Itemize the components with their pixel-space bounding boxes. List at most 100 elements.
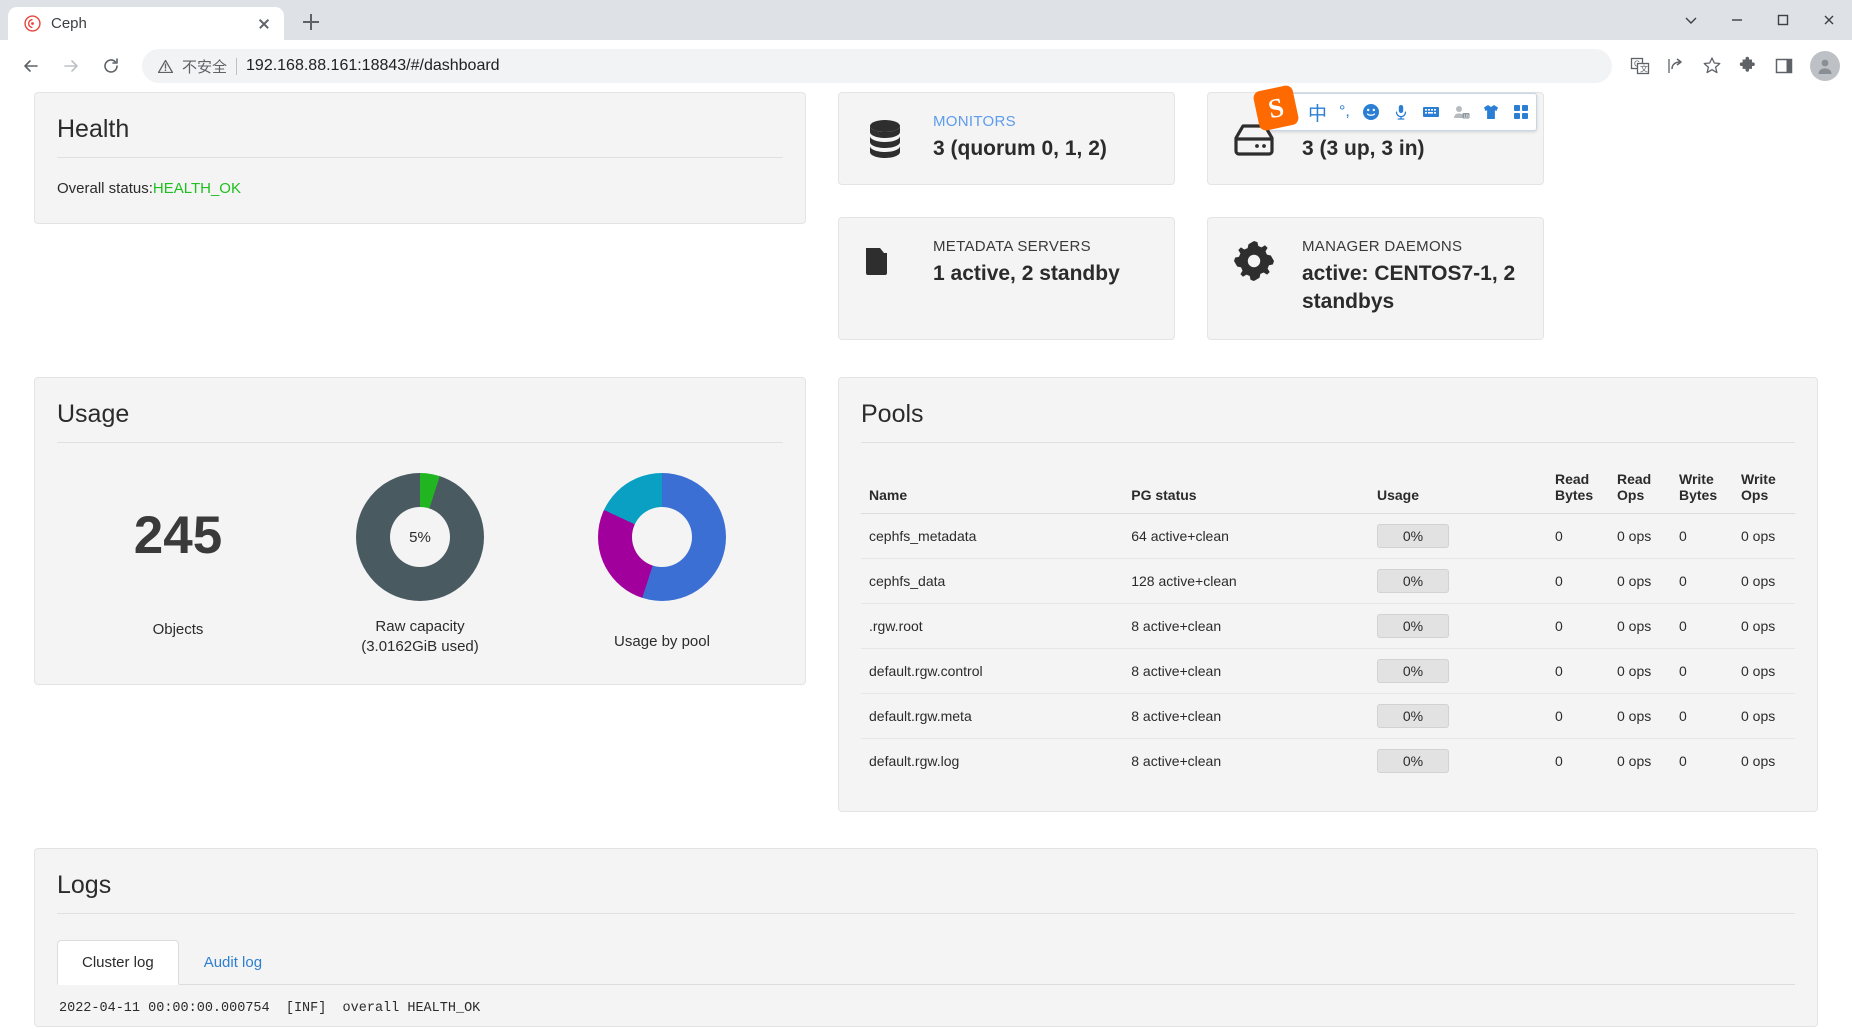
minimize-icon[interactable] — [1714, 0, 1760, 40]
column-header-pg-status[interactable]: PG status — [1123, 465, 1369, 514]
stat-manager-text: MANAGER DAEMONS active: CENTOS7-1, 2 sta… — [1302, 238, 1525, 317]
column-header-read-ops[interactable]: Read Ops — [1609, 465, 1671, 514]
table-row[interactable]: default.rgw.control 8 active+clean 0% 0 … — [861, 648, 1795, 694]
stat-monitors-label[interactable]: MONITORS — [933, 113, 1156, 130]
pool-pg-status: 128 active+clean — [1123, 558, 1369, 604]
back-arrow-icon[interactable] — [12, 47, 50, 85]
pools-panel-title: Pools — [861, 400, 1795, 443]
page-viewport: Health Overall status:HEALTH_OK MONITORS… — [0, 92, 1852, 1029]
stat-manager-label: MANAGER DAEMONS — [1302, 238, 1463, 255]
usage-pill: 0% — [1376, 614, 1449, 638]
pool-pg-status: 8 active+clean — [1123, 693, 1369, 739]
table-row[interactable]: default.rgw.log 8 active+clean 0% 0 0 op… — [861, 739, 1795, 784]
stat-card-metadata-servers[interactable]: METADATA SERVERS 1 active, 2 standby — [838, 217, 1175, 340]
stat-osds-value: 3 (3 up, 3 in) — [1302, 137, 1425, 161]
sogou-ime-toolbar[interactable]: S 中 °, 1B — [1252, 84, 1537, 132]
usage-by-pool-donut[interactable] — [598, 473, 726, 601]
pool-pg-status: 8 active+clean — [1123, 603, 1369, 649]
pool-write-bytes: 0 — [1671, 513, 1733, 559]
pool-name: default.rgw.meta — [861, 693, 1124, 739]
pool-write-ops: 0 ops — [1733, 513, 1795, 559]
tab-list-chevron-icon[interactable] — [1668, 0, 1714, 40]
table-row[interactable]: .rgw.root 8 active+clean 0% 0 0 ops 0 0 … — [861, 603, 1795, 649]
pools-table: Name PG status Usage Read Bytes Read Ops… — [861, 465, 1795, 783]
pool-name: cephfs_data — [861, 558, 1124, 604]
side-panel-icon[interactable] — [1768, 50, 1800, 82]
column-header-write-bytes[interactable]: Write Bytes — [1671, 465, 1733, 514]
reload-icon[interactable] — [92, 47, 130, 85]
warning-triangle-icon — [157, 59, 174, 73]
skin-shirt-icon[interactable] — [1482, 103, 1500, 121]
table-row[interactable]: cephfs_data 128 active+clean 0% 0 0 ops … — [861, 558, 1795, 604]
browser-tab-ceph[interactable]: Ceph — [8, 7, 284, 40]
raw-capacity-chart: 5% Raw capacity (3.0162GiB used) — [299, 473, 541, 658]
objects-count: 245 — [133, 506, 223, 565]
column-header-read-bytes[interactable]: Read Bytes — [1547, 465, 1609, 514]
tab-strip: Ceph — [0, 0, 1852, 40]
maximize-icon[interactable] — [1760, 0, 1806, 40]
address-bar[interactable]: 不安全 192.168.88.161:18843/#/dashboard — [142, 49, 1612, 83]
usage-pill: 0% — [1376, 659, 1449, 683]
window-close-icon[interactable] — [1806, 0, 1852, 40]
translate-icon[interactable]: G 文 — [1624, 50, 1656, 82]
tab-audit-log[interactable]: Audit log — [179, 940, 287, 985]
stat-monitors-value: 3 (quorum 0, 1, 2) — [933, 137, 1107, 161]
ime-punctuation-icon[interactable]: °, — [1339, 103, 1350, 121]
extensions-puzzle-icon[interactable] — [1732, 50, 1764, 82]
pool-read-ops: 0 ops — [1617, 753, 1652, 769]
pool-read-ops: 0 ops — [1609, 603, 1671, 649]
ceph-dashboard: Health Overall status:HEALTH_OK MONITORS… — [0, 92, 1852, 1027]
folder-icon — [857, 238, 913, 284]
stat-metadata-label: METADATA SERVERS — [933, 238, 1091, 255]
browser-toolbar-icons: G 文 — [1624, 50, 1840, 82]
user-badge-icon[interactable]: 1B — [1452, 103, 1470, 121]
usage-by-pool-caption: Usage by pool — [614, 633, 710, 650]
column-header-usage[interactable]: Usage — [1368, 465, 1547, 514]
ime-chinese-mode-icon[interactable]: 中 — [1308, 99, 1327, 126]
pool-write-bytes: 0 — [1671, 648, 1733, 694]
pool-read-bytes: 0 — [1547, 513, 1609, 559]
tab-title: Ceph — [51, 15, 87, 32]
sogou-logo-icon[interactable]: S — [1252, 84, 1300, 132]
close-icon[interactable] — [254, 14, 274, 34]
new-tab-button[interactable] — [294, 5, 328, 39]
pool-read-ops: 0 ops — [1609, 558, 1671, 604]
url-text[interactable]: 192.168.88.161:18843/#/dashboard — [246, 57, 500, 75]
stat-card-manager-daemons[interactable]: MANAGER DAEMONS active: CENTOS7-1, 2 sta… — [1207, 217, 1544, 340]
health-status-row: Overall status:HEALTH_OK — [57, 158, 783, 197]
tab-cluster-log[interactable]: Cluster log — [57, 940, 179, 985]
raw-capacity-donut[interactable]: 5% — [356, 473, 484, 601]
table-row[interactable]: cephfs_metadata 64 active+clean 0% 0 0 o… — [861, 513, 1795, 559]
pool-usage: 0% — [1368, 693, 1547, 739]
pool-pg-status: 8 active+clean — [1131, 753, 1222, 769]
raw-capacity-caption-line1: Raw capacity — [375, 618, 465, 635]
column-header-name[interactable]: Name — [861, 465, 1124, 514]
stat-metadata-value: 1 active, 2 standby — [933, 262, 1120, 285]
navigation-bar: 不安全 192.168.88.161:18843/#/dashboard G 文 — [0, 40, 1852, 132]
gear-icon — [1226, 238, 1282, 284]
pool-usage: 0% — [1369, 739, 1547, 784]
database-stack-icon — [857, 116, 913, 162]
dashboard-middle-row: Usage 245 Objects 5% Raw capacity (3.016… — [34, 377, 1818, 812]
forward-arrow-icon[interactable] — [52, 47, 90, 85]
profile-avatar-icon[interactable] — [1810, 51, 1840, 81]
pool-usage: 0% — [1368, 513, 1547, 559]
status-badge: HEALTH_OK — [152, 180, 241, 197]
table-row[interactable]: default.rgw.meta 8 active+clean 0% 0 0 o… — [861, 693, 1795, 739]
stat-card-monitors[interactable]: MONITORS 3 (quorum 0, 1, 2) — [838, 92, 1175, 185]
pool-name: cephfs_metadata — [861, 513, 1124, 559]
share-icon[interactable] — [1660, 50, 1692, 82]
health-panel-title: Health — [57, 115, 783, 158]
usage-panel-body: 245 Objects 5% Raw capacity (3.0162GiB u… — [57, 443, 783, 658]
pool-write-ops: 0 ops — [1733, 603, 1795, 649]
keyboard-icon[interactable] — [1422, 103, 1440, 121]
column-header-write-ops[interactable]: Write Ops — [1733, 465, 1795, 514]
pool-usage: 0% — [1368, 603, 1547, 649]
usage-pill: 0% — [1376, 704, 1449, 728]
pool-usage: 0% — [1368, 558, 1547, 604]
apps-grid-icon[interactable] — [1512, 103, 1530, 121]
emoji-icon[interactable] — [1362, 103, 1380, 121]
pool-pg-status: 64 active+clean — [1123, 513, 1369, 559]
bookmark-star-icon[interactable] — [1696, 50, 1728, 82]
microphone-icon[interactable] — [1392, 103, 1410, 121]
